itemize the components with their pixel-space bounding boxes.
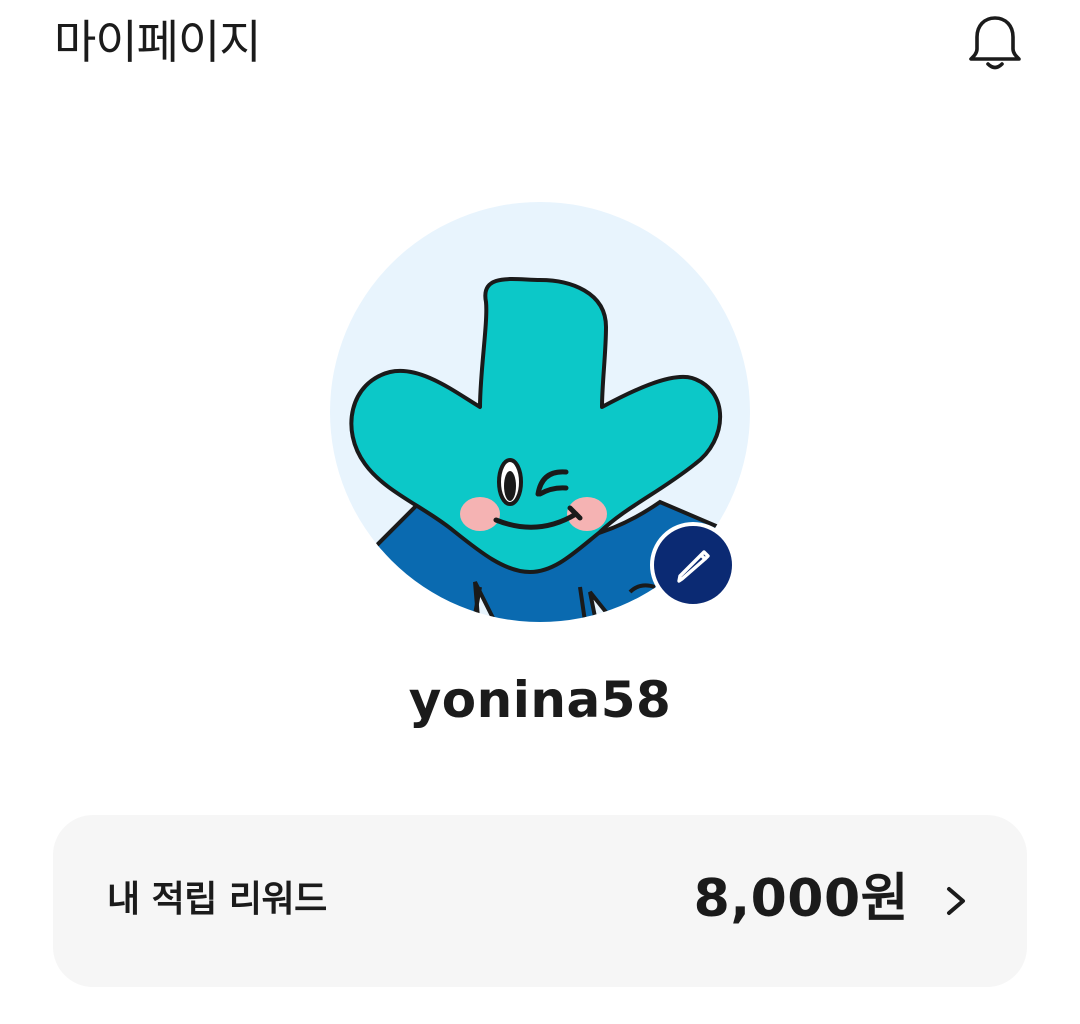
page-title: 마이페이지 <box>54 15 262 69</box>
header: 마이페이지 <box>0 0 1080 90</box>
chevron-right-icon <box>943 881 969 921</box>
reward-label: 내 적립 리워드 <box>107 879 327 920</box>
reward-card[interactable]: 내 적립 리워드 8,000원 <box>53 815 1027 987</box>
edit-profile-button[interactable] <box>650 522 736 608</box>
pencil-icon <box>677 550 710 583</box>
bell-icon[interactable] <box>966 12 1024 72</box>
username: yonina58 <box>408 671 672 729</box>
my-page-screen: 마이페이지 yonina58 내 적립 리워드 8,000원 <box>0 0 1080 1024</box>
profile-section <box>330 202 750 622</box>
reward-amount: 8,000원 <box>693 869 909 929</box>
